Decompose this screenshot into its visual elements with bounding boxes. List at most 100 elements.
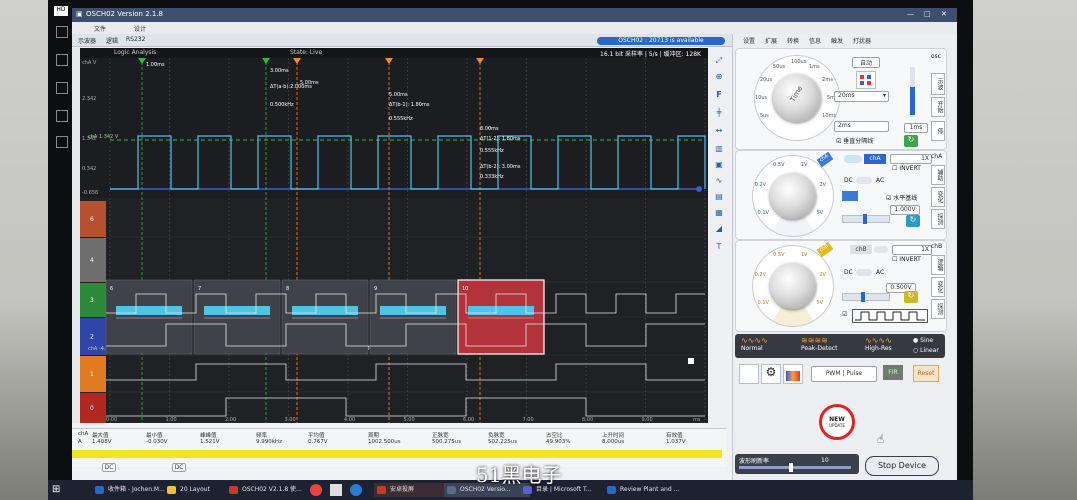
update-banner[interactable]: OSCH02 : 20713 is available [597, 37, 725, 45]
timebase-slider-track[interactable] [910, 67, 915, 117]
chB-pulse-icon[interactable] [852, 309, 928, 323]
zoom-icon[interactable]: ⊕ [712, 72, 726, 83]
horizontal-cursor-icon[interactable]: ↔ [712, 126, 726, 137]
tab-disturb[interactable]: 打扰器 [853, 36, 871, 45]
wave-sine-option[interactable]: ● Sine [913, 337, 933, 344]
auto-button[interactable]: 自动 [852, 57, 880, 68]
chB-toggle[interactable] [874, 246, 888, 253]
maximize-button[interactable]: □ [924, 10, 931, 18]
speaker-icon [56, 54, 68, 66]
mode-highres[interactable]: ∿∿∿∿ High-Res [865, 336, 913, 356]
chB-refresh-icon[interactable]: ↻ [904, 291, 918, 303]
chA-toggle[interactable] [844, 155, 862, 163]
tab-info[interactable]: 信息 [809, 36, 821, 45]
color-grid-icon[interactable] [856, 71, 876, 89]
waveform-canvas: 643210chA V2.3421.3420.342-0.658chA 1.34… [80, 58, 708, 423]
taskbar-item-osch-doc[interactable]: OSCH02 V2.1.8 使... [226, 483, 320, 497]
tab-convert[interactable]: 转换 [787, 36, 799, 45]
font-icon[interactable]: F [712, 90, 726, 101]
chA-slider[interactable] [842, 214, 890, 224]
cursor-note: 0.555kHz [389, 116, 413, 122]
start-side-button[interactable]: 开始 [931, 97, 945, 117]
timebase-select[interactable]: 20ms ▾ [834, 91, 889, 102]
refresh-icon[interactable]: ↻ [904, 135, 918, 147]
chrome-icon[interactable] [310, 484, 322, 496]
cursor-note: 0.500kHz [270, 102, 294, 108]
dc-button-a[interactable]: DC [102, 463, 116, 472]
chB-invert-checkbox[interactable]: ☐ INVERT [892, 256, 921, 263]
measure-icon[interactable]: ▤ [712, 192, 726, 203]
dc-button-b[interactable]: DC [172, 463, 186, 472]
menu-file[interactable]: 文件 [94, 24, 106, 33]
chA-wave-icon[interactable] [842, 191, 858, 201]
save-icon[interactable]: ▣ [712, 160, 726, 171]
spectrum-icon[interactable]: ▥ [712, 144, 726, 155]
chA-badge[interactable]: chA [864, 154, 886, 164]
spectrum-color-icon[interactable] [783, 364, 803, 384]
scope-display[interactable]: Logic Analysis State: Live 16.1 bit 采样率 … [80, 48, 708, 423]
measure-value: A [78, 439, 82, 445]
ruler-icon[interactable]: ◢ [712, 224, 726, 235]
close-button[interactable]: ✕ [941, 10, 947, 18]
minimize-button[interactable]: — [907, 10, 914, 18]
chB-slider[interactable] [842, 292, 890, 302]
tab-trigger[interactable]: 触发 [831, 36, 843, 45]
menu-design[interactable]: 设计 [134, 24, 146, 33]
measure-header: 峰峰值 [200, 433, 217, 439]
grid-dot-2 [867, 75, 871, 79]
timebase-value2[interactable]: 2ms [834, 121, 889, 132]
chA-assist-button[interactable]: 辅助 [931, 165, 945, 185]
tab-extend[interactable]: 扩展 [765, 36, 777, 45]
grid-icon[interactable]: ▦ [712, 208, 726, 219]
vertical-cursor-icon[interactable]: ╪ [712, 108, 726, 119]
chA-invert-checkbox[interactable]: ☐ INVERT [892, 165, 921, 172]
math-icon[interactable]: ∿ [712, 176, 726, 187]
mode-peak[interactable]: ≋≋≋≋ Peak-Detect [801, 336, 861, 356]
gear-icon[interactable]: ⚙ [761, 364, 781, 384]
refresh-rate-thumb[interactable] [789, 463, 793, 472]
chA-probe-button[interactable]: 探测 [931, 209, 945, 229]
timebase-value3[interactable]: 1ms [904, 123, 928, 133]
sine-label: Sine [920, 337, 934, 344]
chA-coupling-toggle[interactable] [856, 177, 872, 184]
mode-normal[interactable]: ∿∿∿∿ Normal [741, 336, 791, 356]
chB-logic-button[interactable]: 逻辑 [931, 255, 945, 275]
tab-rs232[interactable]: RS232 [126, 36, 145, 43]
tab-logic[interactable]: 逻辑 [106, 36, 118, 45]
chA-slider-thumb[interactable] [863, 214, 867, 224]
vertical-divider-checkbox[interactable]: ☑ 垂直分隔线 [836, 136, 873, 145]
chB-pulse-checkbox[interactable]: ☑ [842, 311, 847, 318]
taskbar-item-review-label: Review Plant and ... [620, 486, 680, 493]
stop-side-button[interactable]: 停 [931, 121, 945, 141]
start-icon[interactable]: ⊞ [52, 484, 64, 496]
ie-icon[interactable] [350, 484, 362, 496]
chB-probe-select[interactable]: 1X [892, 245, 932, 255]
chA-horizontal-checkbox[interactable]: ☑ 水平基线 [886, 193, 917, 202]
reset-button[interactable]: Reset [913, 365, 939, 382]
chB-slider-thumb[interactable] [861, 292, 865, 302]
taskbar-item-android[interactable]: 安卓投屏 [374, 483, 446, 497]
chA-probe-select[interactable]: 1X [890, 154, 932, 164]
chB-badge[interactable]: chB [850, 245, 872, 254]
wave-linear-option[interactable]: ○ Linear [913, 347, 939, 354]
pwm-pulse-button[interactable]: PWM | Pulse [811, 366, 877, 382]
bars-icon[interactable] [739, 364, 759, 384]
tab-oscilloscope[interactable]: 示波器 [78, 36, 96, 45]
fullscreen-icon[interactable]: ⤢ [712, 56, 726, 67]
time-dial[interactable]: Time 5us 10us 20us 50us 100us 1ms 2ms 5ms 10ms [754, 55, 840, 141]
new-update-badge[interactable]: NEW UPDATE [819, 404, 855, 440]
text-icon[interactable]: T [712, 242, 726, 253]
chA-refresh-icon[interactable]: ↻ [906, 215, 920, 227]
chA-volt-field[interactable]: 1.000V [890, 205, 920, 215]
chB-coupling-toggle[interactable] [856, 269, 872, 276]
refresh-rate-slider[interactable] [739, 463, 851, 472]
tab-settings[interactable]: 设置 [743, 36, 755, 45]
scope-side-button[interactable]: 示波 [931, 73, 945, 95]
fir-button[interactable]: FIR [883, 365, 903, 380]
stop-device-button[interactable]: Stop Device [865, 456, 939, 476]
chA-change-button[interactable]: 变化 [931, 187, 945, 207]
taskbar-item-review[interactable]: Review Plant and ... [604, 483, 694, 497]
chB-probe-button[interactable]: 探测 [931, 299, 945, 319]
calculator-icon[interactable] [330, 484, 342, 496]
chB-change-button[interactable]: 变化 [931, 277, 945, 297]
